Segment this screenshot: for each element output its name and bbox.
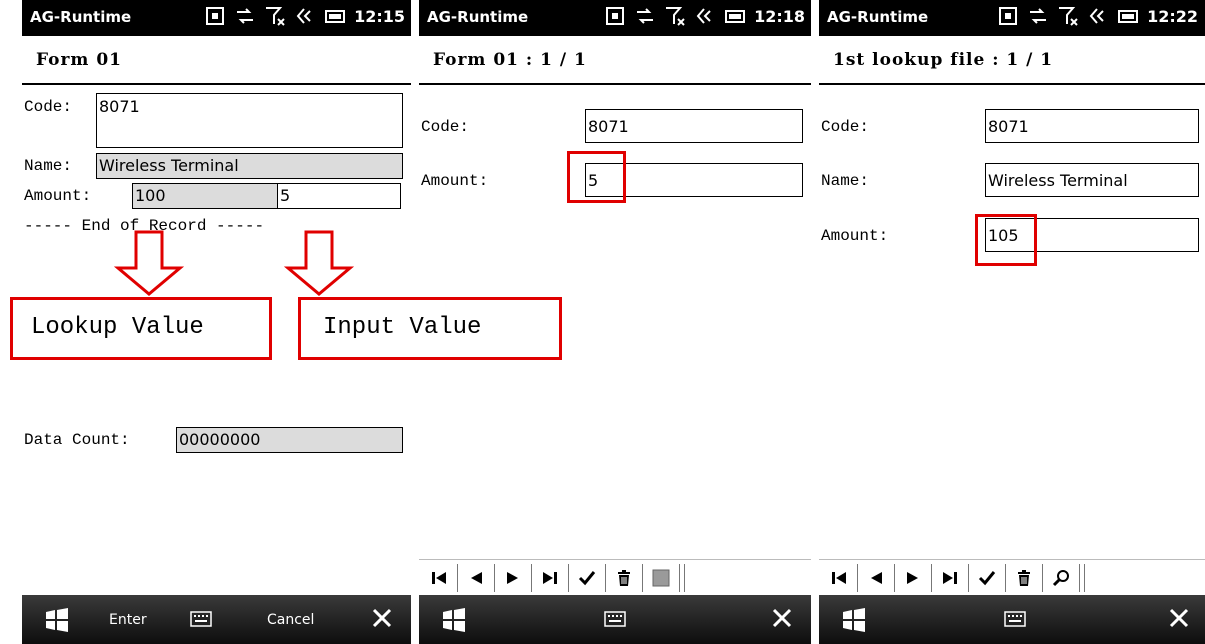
record-navigation-toolbar [819, 559, 1205, 596]
close-icon[interactable] [771, 607, 793, 629]
form-title-bar: Form 01 : 1 / 1 [419, 36, 811, 85]
first-record-icon[interactable] [425, 565, 453, 591]
clock: 12:22 [1147, 6, 1198, 26]
delete-icon[interactable] [610, 565, 638, 591]
prev-record-icon[interactable] [462, 565, 490, 591]
search-icon[interactable] [1047, 565, 1075, 591]
delete-icon[interactable] [1010, 565, 1038, 591]
sim-icon [206, 7, 225, 25]
input-amount-field[interactable]: 5 [277, 183, 401, 209]
confirm-icon[interactable] [573, 565, 601, 591]
last-record-icon[interactable] [936, 565, 964, 591]
speaker-icon [1089, 8, 1104, 24]
status-bar: AG-Runtime 12:22 [819, 0, 1205, 36]
lookup-value-callout-text: Lookup Value [31, 314, 204, 341]
last-record-icon[interactable] [536, 565, 564, 591]
cancel-softkey[interactable]: Cancel [267, 612, 314, 628]
softkey-bar [819, 595, 1205, 644]
disabled-tool-icon [647, 565, 675, 591]
name-label: Name: [821, 172, 870, 190]
status-bar: AG-Runtime 12:18 [419, 0, 811, 36]
first-record-icon[interactable] [825, 565, 853, 591]
data-count-field: 00000000 [176, 427, 403, 453]
data-transfer-icon [637, 8, 654, 24]
page-title: Form 01 [36, 50, 122, 70]
amount-highlight-box [975, 214, 1037, 266]
prev-record-icon[interactable] [862, 565, 890, 591]
data-transfer-icon [237, 8, 254, 24]
sim-icon [606, 7, 625, 25]
speaker-icon [696, 8, 711, 24]
battery-icon [1118, 10, 1139, 23]
page-title: Form 01 : 1 / 1 [433, 50, 587, 70]
code-field[interactable]: 8071 [96, 93, 403, 148]
no-signal-icon [1059, 7, 1078, 26]
next-record-icon[interactable] [499, 565, 527, 591]
confirm-icon[interactable] [973, 565, 1001, 591]
app-name: AG-Runtime [827, 8, 929, 26]
data-count-label: Data Count: [24, 431, 130, 449]
softkey-bar: Enter Cancel [22, 595, 411, 644]
amount-highlight-box [567, 151, 626, 203]
keyboard-icon[interactable] [190, 611, 212, 627]
name-field[interactable]: Wireless Terminal [985, 163, 1199, 197]
sim-icon [999, 7, 1018, 25]
softkey-bar [419, 595, 811, 644]
end-of-record-text: ----- End of Record ----- [24, 217, 265, 235]
speaker-icon [296, 8, 311, 24]
data-transfer-icon [1030, 8, 1047, 24]
form-title-bar: 1st lookup file : 1 / 1 [819, 36, 1205, 85]
windows-start-icon[interactable] [441, 608, 467, 632]
code-label: Code: [24, 98, 73, 116]
name-label: Name: [24, 157, 73, 175]
enter-softkey[interactable]: Enter [109, 612, 147, 628]
clock: 12:15 [354, 6, 405, 26]
app-name: AG-Runtime [30, 8, 132, 26]
code-label: Code: [821, 118, 870, 136]
code-label: Code: [421, 118, 470, 136]
windows-start-icon[interactable] [44, 608, 70, 632]
input-value-callout: Input Value [298, 297, 562, 360]
device-screen-lookup-view: AG-Runtime 12:22 1st lookup file : 1 / 1… [819, 0, 1205, 644]
no-signal-icon [266, 7, 285, 26]
input-value-callout-text: Input Value [323, 314, 482, 341]
close-icon[interactable] [1168, 607, 1190, 629]
code-field[interactable]: 8071 [985, 109, 1199, 143]
amount-label: Amount: [821, 227, 889, 245]
keyboard-icon[interactable] [1004, 611, 1026, 627]
windows-start-icon[interactable] [841, 608, 867, 632]
keyboard-icon[interactable] [604, 611, 626, 627]
no-signal-icon [666, 7, 685, 26]
clock: 12:18 [754, 6, 805, 26]
status-bar: AG-Runtime 12:15 [22, 0, 411, 36]
page-title: 1st lookup file : 1 / 1 [833, 50, 1054, 70]
lookup-value-callout: Lookup Value [10, 297, 272, 360]
amount-label: Amount: [421, 172, 489, 190]
record-navigation-toolbar [419, 559, 811, 596]
lookup-amount-field: 100 [132, 183, 280, 209]
close-icon[interactable] [371, 607, 393, 629]
name-field: Wireless Terminal [96, 153, 403, 179]
next-record-icon[interactable] [899, 565, 927, 591]
battery-icon [325, 10, 346, 23]
app-name: AG-Runtime [427, 8, 529, 26]
form-title-bar: Form 01 [22, 36, 411, 85]
battery-icon [725, 10, 746, 23]
amount-label: Amount: [24, 187, 92, 205]
code-field[interactable]: 8071 [585, 109, 803, 143]
